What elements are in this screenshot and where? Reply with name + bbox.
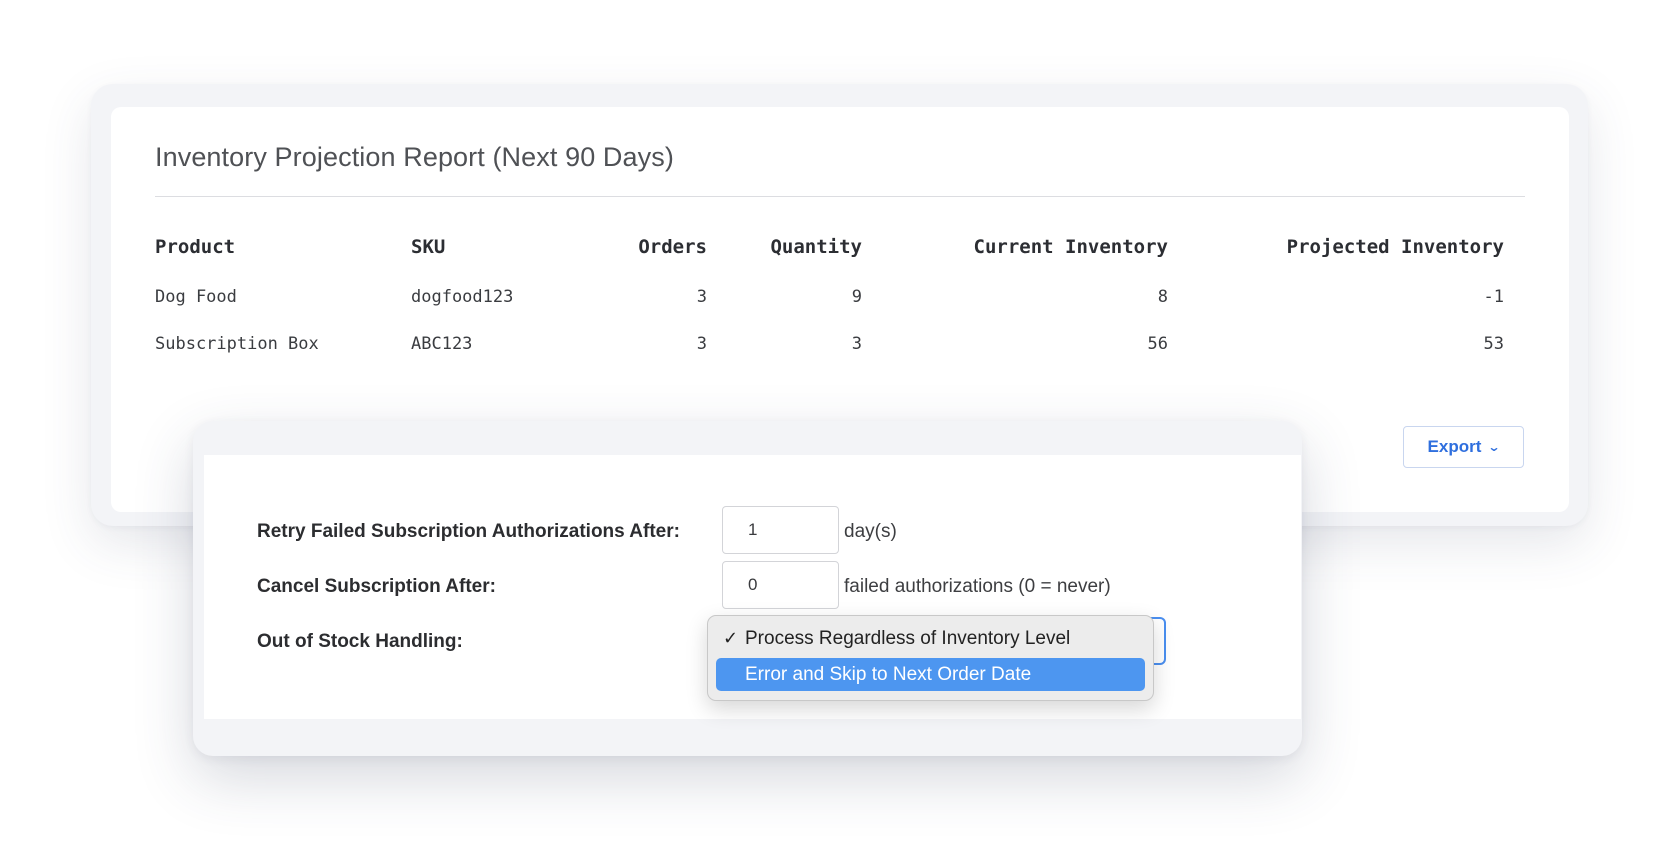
column-header-orders: Orders (638, 236, 707, 258)
column-header-sku: SKU (411, 236, 446, 258)
table-cell-projected-inventory: 53 (1483, 334, 1504, 354)
table-cell-current-inventory: 56 (1147, 334, 1168, 354)
dropdown-option-process-regardless[interactable]: ✓ Process Regardless of Inventory Level (716, 622, 1145, 655)
column-header-product: Product (155, 236, 236, 258)
retry-label: Retry Failed Subscription Authorizations… (257, 521, 680, 542)
table-cell-projected-inventory: -1 (1483, 287, 1504, 307)
export-button-label: Export (1427, 437, 1482, 456)
table-cell-orders: 3 (696, 334, 707, 354)
column-header-projected-inventory: Projected Inventory (1286, 236, 1504, 258)
table-cell-product: Subscription Box (155, 334, 319, 354)
export-button[interactable]: Export ⌄ (1403, 426, 1524, 468)
dropdown-option-error-and-skip[interactable]: Error and Skip to Next Order Date (716, 658, 1145, 691)
retry-suffix: day(s) (844, 521, 897, 542)
cancel-after-input[interactable]: 0 (722, 561, 839, 609)
table-cell-quantity: 9 (851, 287, 862, 307)
checkmark-icon: ✓ (722, 628, 739, 648)
table-cell-sku: dogfood123 (411, 287, 514, 307)
table-cell-sku: ABC123 (411, 334, 473, 354)
dropdown-option-label: Error and Skip to Next Order Date (745, 663, 1032, 685)
report-title: Inventory Projection Report (Next 90 Day… (155, 142, 674, 172)
cancel-label: Cancel Subscription After: (257, 576, 496, 597)
table-cell-product: Dog Food (155, 287, 237, 307)
screenshot-stage: Inventory Projection Report (Next 90 Day… (0, 0, 1668, 850)
table-cell-current-inventory: 8 (1157, 287, 1168, 307)
table-cell-orders: 3 (696, 287, 707, 307)
retry-days-input[interactable]: 1 (722, 506, 839, 554)
stock-handling-dropdown: ✓ Process Regardless of Inventory Level … (707, 615, 1154, 701)
chevron-down-icon: ⌄ (1487, 440, 1501, 454)
column-header-quantity: Quantity (770, 236, 862, 258)
stock-handling-label: Out of Stock Handling: (257, 631, 463, 652)
report-divider (155, 196, 1525, 197)
column-header-current-inventory: Current Inventory (973, 236, 1168, 258)
dropdown-option-label: Process Regardless of Inventory Level (745, 627, 1071, 649)
cancel-suffix: failed authorizations (0 = never) (844, 576, 1111, 597)
table-cell-quantity: 3 (851, 334, 862, 354)
